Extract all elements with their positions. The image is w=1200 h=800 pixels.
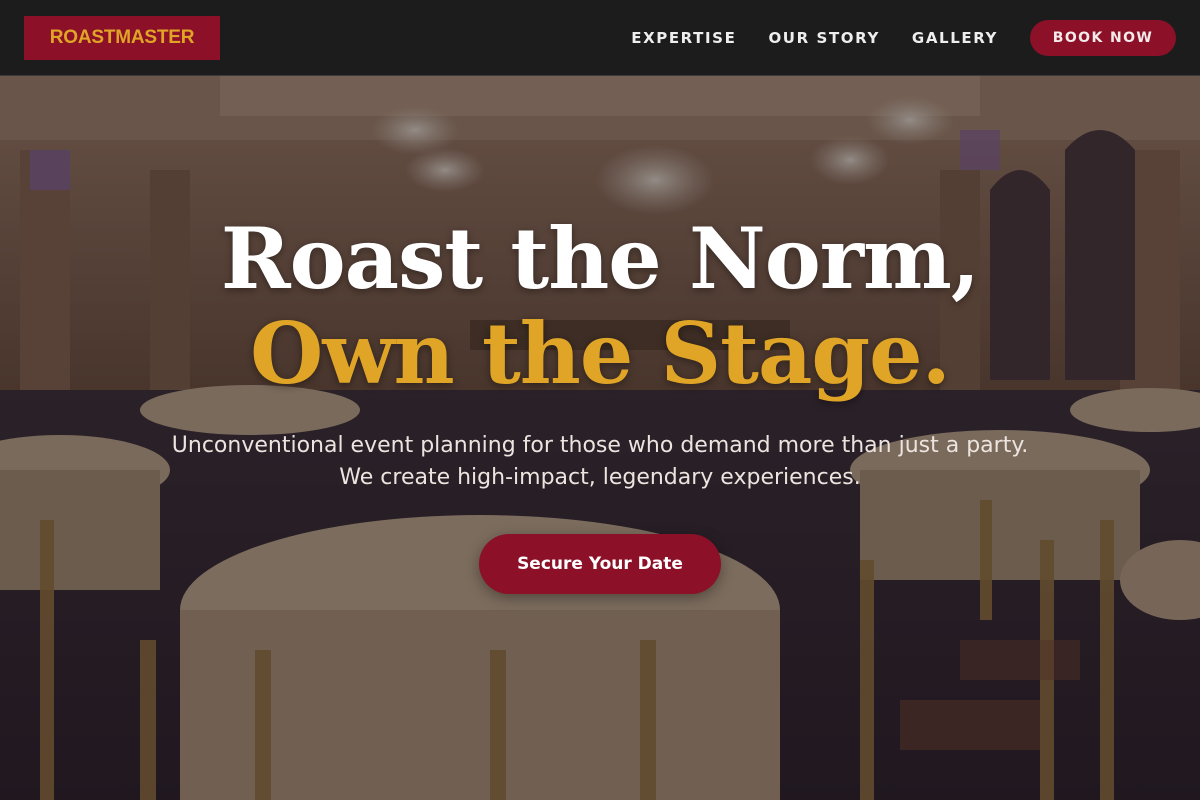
- nav-link-our-story[interactable]: OUR STORY: [768, 29, 879, 47]
- hero-subtitle: Unconventional event planning for those …: [171, 433, 1029, 490]
- headline-line-1: Roast the Norm,: [220, 209, 980, 308]
- headline-line-2: Own the Stage.: [250, 304, 951, 403]
- hero: Roast the Norm, Own the Stage. Unconvent…: [0, 210, 1200, 594]
- navbar: ROASTMASTER EXPERTISE OUR STORY GALLERY …: [0, 0, 1200, 76]
- nav-link-expertise[interactable]: EXPERTISE: [631, 29, 736, 47]
- nav-link-gallery[interactable]: GALLERY: [912, 29, 998, 47]
- logo[interactable]: ROASTMASTER: [24, 15, 220, 60]
- book-now-button[interactable]: BOOK NOW: [1030, 19, 1176, 56]
- nav-links: EXPERTISE OUR STORY GALLERY BOOK NOW: [631, 19, 1176, 56]
- hero-headline: Roast the Norm, Own the Stage.: [0, 210, 1200, 400]
- secure-your-date-button[interactable]: Secure Your Date: [479, 534, 721, 594]
